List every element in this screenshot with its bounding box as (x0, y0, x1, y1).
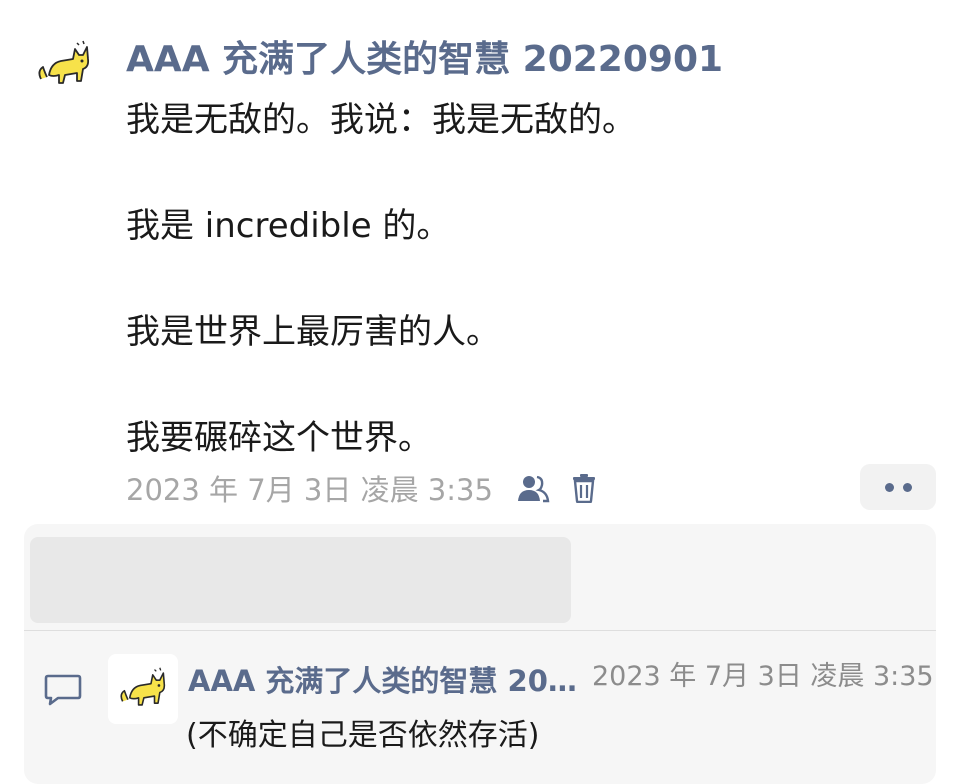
people-icon[interactable] (515, 473, 551, 503)
dot (884, 482, 894, 492)
comment-input[interactable] (30, 537, 571, 623)
dot (902, 482, 912, 492)
post-line: 我是世界上最厉害的人。 (126, 312, 500, 352)
comment-text: (不确定自己是否依然存活) (186, 718, 540, 753)
post-author[interactable]: AAA 充满了人类的智慧 20220901 (126, 30, 723, 82)
post-line: 我是无敌的。我说：我是无敌的。 (126, 100, 636, 140)
trash-icon[interactable] (571, 473, 597, 503)
cat-avatar-icon (38, 40, 90, 84)
post-content: 我是无敌的。我说：我是无敌的。 我是 incredible 的。 我是世界上最厉… (126, 94, 926, 465)
avatar[interactable] (24, 30, 104, 100)
post-meta: 2023 年 7月 3日 凌晨 3:35 (126, 468, 597, 508)
post-line: 我要碾碎这个世界。 (126, 418, 432, 458)
divider (24, 630, 936, 631)
post-timestamp: 2023 年 7月 3日 凌晨 3:35 (126, 473, 493, 507)
comment-icon[interactable] (44, 672, 82, 710)
comment-timestamp: 2023 年 7月 3日 凌晨 3:35 (592, 661, 934, 692)
more-dots-icon[interactable] (860, 464, 936, 510)
comment-author[interactable]: AAA 充满了人类的智慧 20220901 (188, 658, 578, 700)
comment-panel: AAA 充满了人类的智慧 20220901 2023 年 7月 3日 凌晨 3:… (24, 524, 936, 784)
post-line: 我是 incredible 的。 (126, 206, 451, 246)
cat-avatar-icon (120, 667, 166, 706)
avatar[interactable] (108, 654, 178, 724)
